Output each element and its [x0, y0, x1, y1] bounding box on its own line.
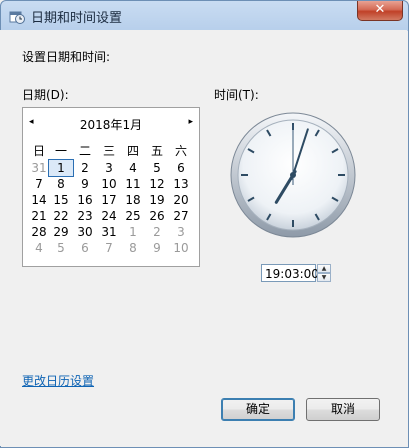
- calendar-week: 4 5 6 7 8 9 10: [29, 240, 193, 256]
- calendar-day[interactable]: 28: [29, 224, 49, 240]
- calendar-day[interactable]: 26: [145, 208, 169, 224]
- calendar-day[interactable]: 3: [169, 224, 193, 240]
- spin-down-icon[interactable]: ▼: [317, 273, 331, 282]
- weekday-label: 一: [54, 144, 67, 158]
- calendar-month-title[interactable]: 2018年1月: [23, 116, 199, 133]
- calendar-day[interactable]: 2: [73, 160, 97, 176]
- calendar-day[interactable]: 5: [145, 160, 169, 176]
- weekday-header: 日 一 二 三 四 五 六: [29, 142, 193, 160]
- weekday-label: 四: [126, 144, 139, 158]
- calendar-day[interactable]: 14: [29, 192, 49, 208]
- time-label: 时间(T):: [214, 88, 259, 102]
- change-calendar-settings-link[interactable]: 更改日历设置: [22, 372, 94, 389]
- calendar-day[interactable]: 2: [145, 224, 169, 240]
- calendar-day[interactable]: 9: [73, 176, 97, 192]
- calendar-day[interactable]: 31: [97, 224, 121, 240]
- weekday-label: 六: [174, 144, 187, 158]
- weekday-label: 二: [78, 144, 91, 158]
- calendar-day[interactable]: 20: [169, 192, 193, 208]
- time-input[interactable]: 19:03:00: [261, 264, 319, 282]
- calendar-day[interactable]: 16: [73, 192, 97, 208]
- set-date-time-heading: 设置日期和时间:: [22, 50, 111, 64]
- calendar-day[interactable]: 6: [73, 240, 97, 256]
- calendar-day[interactable]: 4: [29, 240, 49, 256]
- calendar-week: 14 15 16 17 18 19 20: [29, 192, 193, 208]
- calendar-day[interactable]: 18: [121, 192, 145, 208]
- calendar-day[interactable]: 11: [121, 176, 145, 192]
- calendar-week: 7 8 9 10 11 12 13: [29, 176, 193, 192]
- calendar-day[interactable]: 7: [97, 240, 121, 256]
- calendar-day-selected[interactable]: 1: [48, 159, 74, 177]
- calendar-clock-icon: [9, 9, 25, 24]
- ok-button[interactable]: 确定: [221, 398, 295, 421]
- date-label: 日期(D):: [22, 88, 69, 102]
- weekday-label: 五: [150, 144, 163, 158]
- calendar-day[interactable]: 10: [169, 240, 193, 256]
- time-spinner[interactable]: ▲ ▼: [317, 264, 331, 282]
- calendar-day[interactable]: 29: [49, 224, 73, 240]
- calendar-week: 21 22 23 24 25 26 27: [29, 208, 193, 224]
- calendar-day[interactable]: 4: [121, 160, 145, 176]
- calendar-day[interactable]: 22: [49, 208, 73, 224]
- analog-clock: [230, 112, 356, 238]
- close-icon: ✕: [374, 2, 386, 17]
- window-title: 日期和时间设置: [31, 11, 123, 26]
- weekday-label: 日: [32, 144, 45, 158]
- calendar-day[interactable]: 13: [169, 176, 193, 192]
- clock-center-pin: [290, 172, 296, 178]
- calendar-day[interactable]: 3: [97, 160, 121, 176]
- calendar-day[interactable]: 17: [97, 192, 121, 208]
- calendar-week: 31 1 2 3 4 5 6: [29, 159, 193, 177]
- calendar-day[interactable]: 5: [49, 240, 73, 256]
- calendar-day[interactable]: 6: [169, 160, 193, 176]
- calendar-day[interactable]: 30: [73, 224, 97, 240]
- calendar-day[interactable]: 8: [121, 240, 145, 256]
- calendar-day[interactable]: 8: [49, 176, 73, 192]
- next-month-icon[interactable]: ▸: [188, 117, 193, 127]
- calendar-day[interactable]: 15: [49, 192, 73, 208]
- cancel-button[interactable]: 取消: [306, 398, 380, 421]
- calendar-day[interactable]: 19: [145, 192, 169, 208]
- spin-up-icon[interactable]: ▲: [317, 264, 331, 273]
- calendar-day[interactable]: 1: [121, 224, 145, 240]
- close-button[interactable]: ✕: [357, 1, 403, 21]
- calendar-day[interactable]: 10: [97, 176, 121, 192]
- calendar-day[interactable]: 9: [145, 240, 169, 256]
- calendar-day[interactable]: 27: [169, 208, 193, 224]
- calendar-day[interactable]: 31: [29, 160, 49, 176]
- calendar-day[interactable]: 12: [145, 176, 169, 192]
- calendar-day[interactable]: 24: [97, 208, 121, 224]
- calendar-day[interactable]: 21: [29, 208, 49, 224]
- calendar-day[interactable]: 25: [121, 208, 145, 224]
- calendar-day[interactable]: 23: [73, 208, 97, 224]
- calendar-week: 28 29 30 31 1 2 3: [29, 224, 193, 240]
- calendar[interactable]: ◂ 2018年1月 ▸ 日 一 二 三 四 五 六 31 1 2 3 4 5 6…: [22, 107, 200, 267]
- calendar-day[interactable]: 7: [29, 176, 49, 192]
- weekday-label: 三: [102, 144, 115, 158]
- calendar-grid: 日 一 二 三 四 五 六 31 1 2 3 4 5 6 7 8 9 10 11…: [29, 142, 193, 256]
- title-bar[interactable]: 日期和时间设置 ✕: [1, 1, 408, 31]
